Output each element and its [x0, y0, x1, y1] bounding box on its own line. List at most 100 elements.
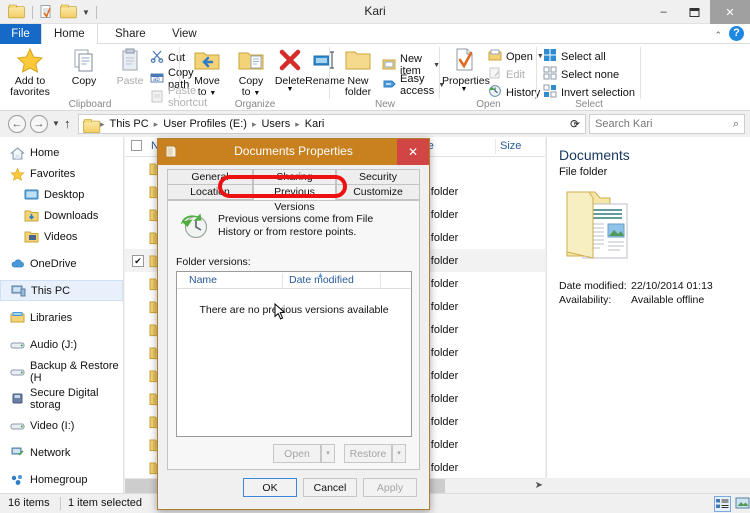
maximize-button[interactable]	[679, 0, 710, 24]
sidebar-item-downloads[interactable]: Downloads	[0, 205, 123, 226]
previous-versions-listview[interactable]: Name Date modified ▲ There are no previo…	[176, 271, 412, 437]
tab-share[interactable]: Share	[103, 24, 158, 44]
open-version-split-arrow[interactable]: ▾	[321, 444, 335, 463]
open-version-button[interactable]: Open	[273, 444, 321, 463]
crumb-sep-3: ▸	[295, 118, 300, 129]
refresh-button[interactable]: ⟳	[566, 115, 584, 133]
paste-label: Paste	[116, 75, 144, 87]
sidebar-item-homegroup[interactable]: Homegroup	[0, 469, 123, 490]
ribbon: Add to favorites Copy Paste Cut ab Copy …	[0, 44, 750, 111]
sidebar-item-audio-j[interactable]: Audio (J:)	[0, 334, 123, 355]
breadcrumb-kari[interactable]: Kari	[303, 118, 327, 130]
dialog-tab-previous-versions[interactable]: Previous Versions	[253, 184, 336, 213]
dialog-tab-sharing[interactable]: Sharing	[253, 169, 336, 185]
sidebar-item-libraries[interactable]: Libraries	[0, 307, 123, 328]
large-icons-view-icon[interactable]	[735, 496, 750, 512]
select-all-checkbox[interactable]	[131, 140, 142, 151]
sidebar-item-label-desktop: Desktop	[44, 188, 85, 201]
breadcrumb-user-profiles[interactable]: User Profiles (E:)	[161, 118, 249, 130]
sidebar-item-desktop[interactable]: Desktop	[0, 184, 123, 205]
add-to-favorites-label-2: favorites	[10, 86, 50, 98]
forward-button[interactable]: →	[30, 115, 48, 133]
sidebar-item-label-home: Home	[30, 146, 60, 159]
column-divider-2[interactable]	[495, 139, 496, 154]
listview-col-divider-2[interactable]	[380, 273, 381, 288]
crumb-sep-2: ▸	[251, 118, 257, 129]
organize-group-label: Organize	[234, 99, 276, 110]
edit-button[interactable]: Edit	[488, 66, 525, 83]
dialog-tab-location[interactable]: Location	[167, 184, 253, 200]
recent-locations-icon[interactable]: ▼	[52, 119, 60, 128]
sidebar-item-onedrive[interactable]: OneDrive	[0, 253, 123, 274]
new-folder-button[interactable]: New folder	[336, 47, 380, 98]
open-label: Open	[506, 50, 533, 63]
homegroup-icon	[10, 473, 25, 487]
add-to-favorites-button[interactable]: Add to favorites	[4, 47, 56, 98]
sidebar-item-backup-restore[interactable]: Backup & Restore (H	[0, 359, 123, 384]
tab-home[interactable]: Home	[41, 24, 98, 44]
open-group-label: Open	[476, 99, 501, 110]
row-checkbox[interactable]: ✔	[132, 254, 144, 267]
sidebar-item-favorites[interactable]: Favorites	[0, 163, 123, 184]
address-path-box[interactable]: ▸ This PC ▸ User Profiles (E:) ▸ Users ▸…	[78, 114, 586, 134]
sidebar-item-video-i[interactable]: Video (I:)	[0, 415, 123, 436]
copy-button[interactable]: Copy	[58, 47, 110, 87]
collapse-ribbon-icon[interactable]: ⌃	[714, 30, 722, 41]
status-selection: 1 item selected	[68, 497, 142, 509]
column-header-size[interactable]: Size	[500, 140, 521, 152]
sidebar-item-videos[interactable]: Videos	[0, 226, 123, 247]
dialog-tab-security[interactable]: Security	[336, 169, 420, 185]
listview-column-name[interactable]: Name	[189, 274, 217, 286]
search-icon[interactable]: ⌕	[733, 118, 739, 131]
dialog-tab-customize[interactable]: Customize	[336, 184, 420, 200]
address-folder-icon	[83, 119, 101, 134]
sidebar-item-this-pc[interactable]: This PC	[0, 280, 123, 301]
network-icon	[10, 446, 25, 460]
video-icon	[24, 230, 39, 244]
close-button[interactable]: ✕	[710, 0, 750, 24]
help-icon[interactable]: ?	[729, 26, 744, 41]
sidebar-item-home[interactable]: Home	[0, 142, 123, 163]
sidebar-item-label-backup: Backup & Restore (H	[30, 359, 119, 384]
restore-version-split-arrow[interactable]: ▾	[392, 444, 406, 463]
up-button[interactable]: ↑	[64, 116, 71, 131]
new-item-icon	[382, 57, 396, 74]
navigation-pane[interactable]: Home Favorites Desktop Downloads Videos …	[0, 137, 124, 493]
clipboard-group-label: Clipboard	[68, 99, 112, 110]
apply-button[interactable]: Apply	[363, 478, 417, 497]
cancel-button[interactable]: Cancel	[303, 478, 357, 497]
search-box[interactable]: Search Kari ⌕	[589, 114, 745, 134]
select-none-button[interactable]: Select none	[543, 66, 619, 83]
details-key-date-modified: Date modified:	[559, 280, 627, 292]
details-view-icon[interactable]	[714, 496, 731, 512]
copy-label: Copy	[71, 75, 97, 87]
copy-to-label-2: to	[241, 86, 251, 98]
documents-properties-dialog[interactable]: Documents Properties ✕ General Sharing S…	[157, 138, 430, 510]
move-to-button[interactable]: Move to ▼	[186, 47, 228, 99]
copy-to-button[interactable]: Copy to ▼	[230, 47, 272, 99]
home-icon	[10, 146, 25, 160]
properties-button[interactable]: Properties ▼	[442, 47, 490, 93]
sidebar-item-secure-digital[interactable]: Secure Digital storag	[0, 387, 123, 411]
breadcrumb-this-pc[interactable]: This PC	[108, 118, 151, 130]
easy-access-button[interactable]: Easy access ▼	[382, 73, 445, 97]
dialog-close-button[interactable]: ✕	[397, 139, 429, 165]
dialog-tab-general[interactable]: General	[167, 169, 253, 185]
delete-button[interactable]: Delete ▼	[274, 47, 306, 93]
restore-version-button[interactable]: Restore	[344, 444, 392, 463]
dialog-tabs[interactable]: General Sharing Security Location Previo…	[167, 169, 420, 213]
minimize-button[interactable]: –	[648, 0, 679, 24]
tab-file[interactable]: File	[0, 24, 41, 44]
listview-col-divider-1[interactable]	[282, 273, 283, 288]
tab-view[interactable]: View	[160, 24, 209, 44]
scroll-right-arrow-icon[interactable]: ➤	[535, 480, 543, 491]
back-button[interactable]: ←	[8, 115, 26, 133]
sidebar-item-network[interactable]: Network	[0, 442, 123, 463]
invert-selection-label: Invert selection	[561, 86, 635, 99]
breadcrumb-users[interactable]: Users	[259, 118, 292, 130]
sidebar-item-label-video: Video (I:)	[30, 419, 75, 432]
paste-button[interactable]: Paste	[104, 47, 156, 87]
ok-button[interactable]: OK	[243, 478, 297, 497]
search-input[interactable]: Search Kari	[595, 118, 652, 130]
select-all-button[interactable]: Select all	[543, 48, 606, 65]
